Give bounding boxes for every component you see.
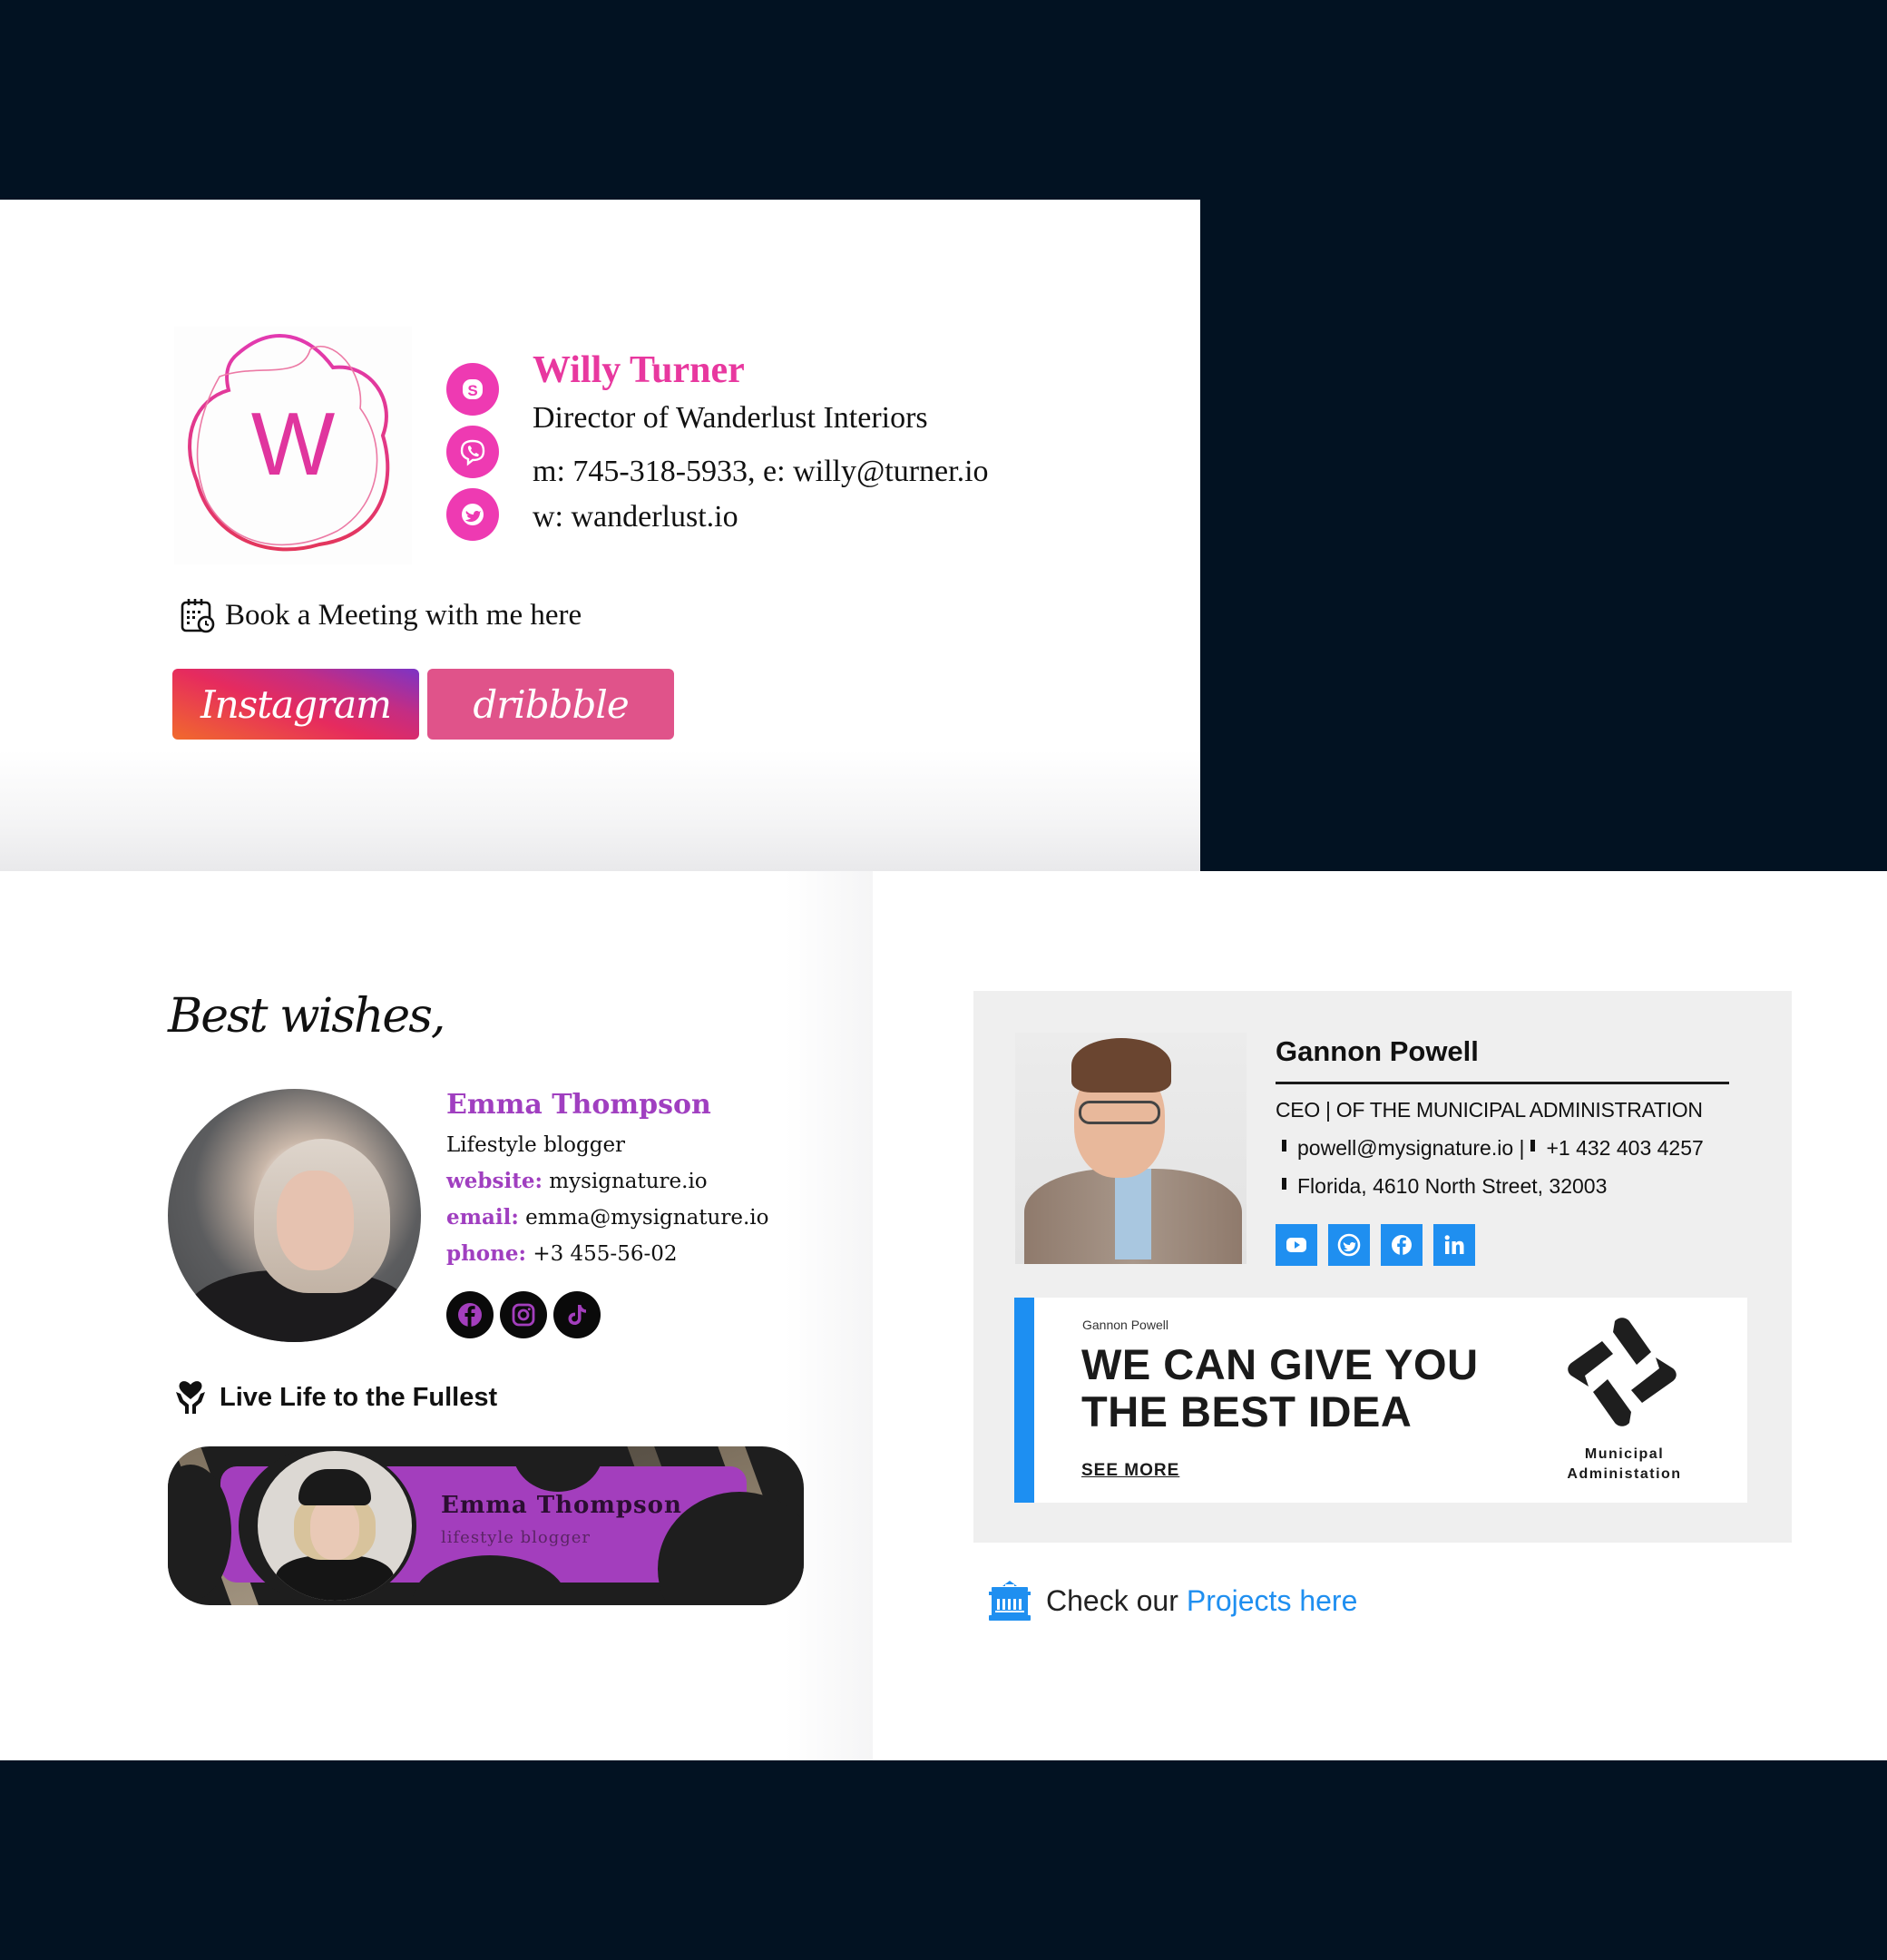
- tiktok-icon: [568, 1305, 586, 1325]
- banner-author: Gannon Powell: [1082, 1318, 1168, 1332]
- emma-name: Emma Thompson: [446, 1089, 711, 1121]
- book-meeting-link[interactable]: Book a Meeting with me here: [180, 597, 582, 633]
- website-link[interactable]: mysignature.io: [549, 1170, 707, 1193]
- gannon-email[interactable]: powell@mysignature.io |: [1297, 1133, 1524, 1162]
- phone-link[interactable]: +3 455-56-02: [533, 1242, 677, 1266]
- emma-avatar: [168, 1089, 421, 1342]
- twitter-icon: [1337, 1233, 1361, 1257]
- willy-social-links: S: [446, 363, 499, 551]
- address-bullet-icon: [1282, 1177, 1286, 1190]
- willy-job-title: Director of Wanderlust Interiors: [533, 401, 928, 435]
- greeting: Best wishes,: [168, 989, 445, 1044]
- gannon-name: Gannon Powell: [1276, 1035, 1479, 1067]
- email-bullet-icon: [1282, 1139, 1286, 1152]
- emma-job-title: Lifestyle blogger: [446, 1133, 626, 1157]
- gannon-avatar: [1015, 1033, 1247, 1264]
- gannon-job-title: CEO | OF THE MUNICIPAL ADMINISTRATION: [1276, 1098, 1703, 1122]
- emma-phone-row: phone: +3 455-56-02: [446, 1240, 769, 1269]
- phone-label: phone:: [446, 1241, 526, 1266]
- municipal-logo-icon: [1568, 1318, 1677, 1426]
- facebook-icon: [1392, 1235, 1412, 1255]
- linkedin-icon: [1444, 1235, 1464, 1254]
- gannon-details: Gannon Powell CEO | OF THE MUNICIPAL ADM…: [1276, 1033, 1729, 1200]
- facebook-button[interactable]: [1381, 1224, 1423, 1266]
- willy-name: Willy Turner: [533, 349, 745, 391]
- tiktok-button[interactable]: [553, 1291, 601, 1338]
- emma-details: Emma Thompson Lifestyle blogger website:…: [446, 1085, 769, 1269]
- emma-banner[interactable]: Emma Thompson lifestyle blogger: [168, 1446, 804, 1605]
- projects-link[interactable]: Projects here: [1187, 1584, 1358, 1618]
- instagram-button[interactable]: [500, 1291, 547, 1338]
- phone-bullet-icon: [1530, 1139, 1536, 1152]
- website-label: website:: [446, 1169, 543, 1193]
- emma-email-row: email: emma@mysignature.io: [446, 1203, 769, 1232]
- emma-social-links: [446, 1291, 601, 1338]
- youtube-button[interactable]: [1276, 1224, 1317, 1266]
- w-monogram-logo-icon: W: [188, 334, 390, 552]
- promo-banner[interactable]: Gannon Powell WE CAN GIVE YOU THE BEST I…: [1014, 1298, 1747, 1503]
- viber-icon: [460, 439, 485, 466]
- gannon-social-links: [1276, 1224, 1475, 1266]
- linkedin-button[interactable]: [1433, 1224, 1475, 1266]
- skype-icon: S: [463, 379, 483, 399]
- heart-hands-icon: [176, 1381, 205, 1414]
- willy-website[interactable]: w: wanderlust.io: [533, 496, 989, 538]
- youtube-icon: [1286, 1238, 1306, 1252]
- instagram-icon: [512, 1303, 535, 1327]
- dribbble-button[interactable]: dribbble: [427, 669, 674, 740]
- banner-accent-bar: [1014, 1298, 1034, 1503]
- banner-headline: WE CAN GIVE YOU THE BEST IDEA: [1081, 1340, 1479, 1436]
- calendar-clock-icon: [181, 599, 215, 633]
- cta-text: Check our: [1046, 1583, 1178, 1617]
- signature-gannon-powell: Gannon Powell CEO | OF THE MUNICIPAL ADM…: [873, 871, 1887, 1760]
- gannon-phone[interactable]: +1 432 403 4257: [1546, 1133, 1703, 1162]
- banner-name: Emma Thompson: [441, 1492, 682, 1519]
- motto-text: Live Life to the Fullest: [220, 1382, 498, 1412]
- divider: [1276, 1082, 1729, 1084]
- facebook-button[interactable]: [446, 1291, 494, 1338]
- gannon-contact-row: powell@mysignature.io | +1 432 403 4257: [1276, 1133, 1729, 1162]
- building-icon: [989, 1581, 1031, 1621]
- twitter-button[interactable]: [1328, 1224, 1370, 1266]
- signature-willy-turner: W S Willy Turner Director of Wanderlust …: [0, 200, 1200, 871]
- banner-title: lifestyle blogger: [441, 1528, 592, 1547]
- banner-avatar: [258, 1451, 412, 1601]
- motto: Live Life to the Fullest: [174, 1379, 497, 1416]
- instagram-button[interactable]: Instagram: [172, 669, 419, 740]
- signature-emma-thompson: Best wishes, Emma Thompson Lifestyle blo…: [0, 871, 873, 1760]
- projects-cta: Check our Projects here: [986, 1577, 1357, 1624]
- willy-logo: W: [174, 327, 412, 564]
- willy-contact[interactable]: m: 745-318-5933, e: willy@turner.io: [533, 451, 989, 493]
- emma-website-row: website: mysignature.io: [446, 1167, 769, 1196]
- email-link[interactable]: emma@mysignature.io: [525, 1206, 768, 1230]
- gannon-card: Gannon Powell CEO | OF THE MUNICIPAL ADM…: [973, 991, 1792, 1543]
- twitter-button[interactable]: [446, 488, 499, 541]
- see-more-link[interactable]: SEE MORE: [1081, 1461, 1179, 1481]
- svg-text:W: W: [251, 394, 336, 494]
- facebook-icon: [458, 1303, 482, 1327]
- gannon-address-row: Florida, 4610 North Street, 32003: [1276, 1171, 1729, 1200]
- email-label: email:: [446, 1205, 519, 1230]
- twitter-icon: [462, 504, 484, 525]
- willy-details: Willy Turner Director of Wanderlust Inte…: [533, 347, 989, 538]
- skype-button[interactable]: S: [446, 363, 499, 416]
- viber-button[interactable]: [446, 426, 499, 478]
- svg-text:S: S: [467, 382, 477, 399]
- org-name: Municipal Administation: [1567, 1446, 1682, 1482]
- gannon-address: Florida, 4610 North Street, 32003: [1297, 1174, 1608, 1198]
- book-meeting-label: Book a Meeting with me here: [225, 598, 582, 632]
